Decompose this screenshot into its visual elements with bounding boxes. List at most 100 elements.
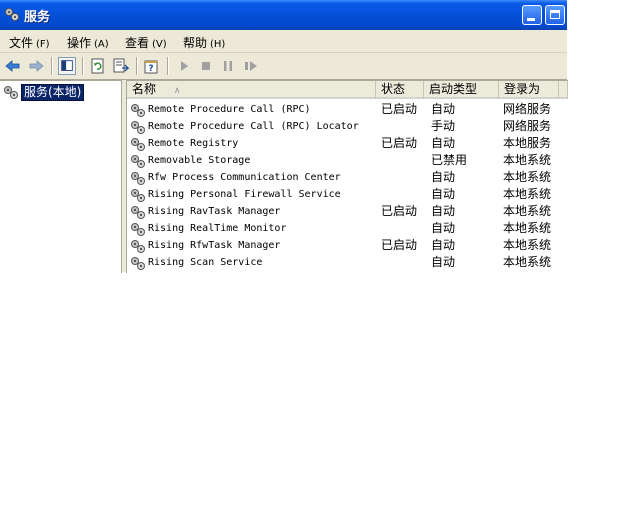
service-startup-type: 自动 <box>431 136 456 150</box>
show-hide-tree-icon[interactable] <box>58 57 76 75</box>
column-header-name[interactable]: 名称 ∧ <box>127 81 376 99</box>
refresh-icon[interactable] <box>89 57 107 75</box>
column-header-startup-type[interactable]: 启动类型 <box>424 81 499 99</box>
service-gear-icon <box>131 206 145 219</box>
service-name: Rising RfwTask Manager <box>148 240 281 251</box>
start-service-icon[interactable] <box>175 57 193 75</box>
toolbar-separator <box>51 57 53 75</box>
menu-bar: 文件 (F) 操作 (A) 查看 (V) 帮助 (H) <box>0 30 567 53</box>
service-name: Remote Procedure Call (RPC) Locator <box>148 121 359 132</box>
service-gear-icon <box>131 138 145 151</box>
service-startup-type: 自动 <box>431 170 456 184</box>
service-startup-type: 自动 <box>431 204 456 218</box>
service-gear-icon <box>131 121 145 134</box>
menu-help-key: (H) <box>210 39 226 50</box>
service-startup-type: 已禁用 <box>431 153 468 167</box>
service-status: 已启动 <box>381 204 418 218</box>
table-row[interactable]: Remote Procedure Call (RPC) 已启动 自动 网络服务 <box>127 101 568 118</box>
back-arrow-icon[interactable] <box>4 57 22 75</box>
service-name: Remote Registry <box>148 138 239 149</box>
restart-service-icon[interactable] <box>242 57 260 75</box>
menu-help-label: 帮助 <box>183 36 208 50</box>
minimize-button[interactable] <box>522 5 542 25</box>
table-row[interactable]: Rising RfwTask Manager 已启动 自动 本地系统 <box>127 237 568 254</box>
service-status: 已启动 <box>381 136 418 150</box>
service-logon-as: 本地系统 <box>503 187 552 201</box>
table-row[interactable]: Rfw Process Communication Center 自动 本地系统 <box>127 169 568 186</box>
service-name: Rising Personal Firewall Service <box>148 189 341 200</box>
service-startup-type: 手动 <box>431 119 456 133</box>
pause-service-icon[interactable] <box>219 57 237 75</box>
column-header-logon-as[interactable]: 登录为 <box>499 81 559 99</box>
service-logon-as: 网络服务 <box>503 119 552 133</box>
table-row[interactable]: Rising RavTask Manager 已启动 自动 本地系统 <box>127 203 568 220</box>
toolbar-separator <box>167 57 169 75</box>
minimize-icon <box>527 18 535 21</box>
service-logon-as: 本地系统 <box>503 153 552 167</box>
table-row[interactable]: Rising Personal Firewall Service 自动 本地系统 <box>127 186 568 203</box>
service-name: Removable Storage <box>148 155 251 166</box>
service-gear-icon <box>131 223 145 236</box>
maximize-button[interactable] <box>545 5 565 25</box>
service-logon-as: 本地服务 <box>503 136 552 150</box>
service-name: Rising Scan Service <box>148 257 263 268</box>
service-logon-as: 网络服务 <box>503 102 552 116</box>
column-header-status-label: 状态 <box>381 82 406 96</box>
menu-file-key: (F) <box>36 39 50 50</box>
services-list: 名称 ∧ 状态 启动类型 登录为 Remote Procedure Call (… <box>126 80 568 273</box>
service-startup-type: 自动 <box>431 255 456 269</box>
table-row[interactable]: Rising RealTime Monitor 自动 本地系统 <box>127 220 568 237</box>
menu-action[interactable]: 操作 (A) <box>67 34 109 51</box>
table-row[interactable]: Remote Procedure Call (RPC) Locator 手动 网络服… <box>127 118 568 135</box>
forward-arrow-icon[interactable] <box>27 57 45 75</box>
gears-icon <box>5 8 19 21</box>
service-gear-icon <box>131 104 145 117</box>
menu-view-key: (V) <box>152 39 167 50</box>
column-header-logon-as-label: 登录为 <box>504 82 541 96</box>
service-startup-type: 自动 <box>431 238 456 252</box>
column-header-filler <box>559 81 568 99</box>
service-logon-as: 本地系统 <box>503 204 552 218</box>
service-status: 已启动 <box>381 102 418 116</box>
menu-view[interactable]: 查看 (V) <box>125 34 167 51</box>
properties-help-icon[interactable]: ? <box>143 57 161 75</box>
sort-ascending-icon: ∧ <box>173 86 181 96</box>
title-bar[interactable]: 服务 <box>0 0 567 30</box>
service-name: Rising RealTime Monitor <box>148 223 287 234</box>
menu-file-label: 文件 <box>9 36 34 50</box>
menu-view-label: 查看 <box>125 36 150 50</box>
stop-service-icon[interactable] <box>197 57 215 75</box>
svg-text:?: ? <box>148 64 153 74</box>
menu-action-label: 操作 <box>67 36 92 50</box>
export-list-icon[interactable] <box>112 57 130 75</box>
toolbar-separator <box>82 57 84 75</box>
service-startup-type: 自动 <box>431 187 456 201</box>
service-gear-icon <box>131 189 145 202</box>
service-startup-type: 自动 <box>431 221 456 235</box>
service-logon-as: 本地系统 <box>503 255 552 269</box>
service-logon-as: 本地系统 <box>503 238 552 252</box>
service-logon-as: 本地系统 <box>503 221 552 235</box>
column-header-status[interactable]: 状态 <box>376 81 424 99</box>
service-name: Remote Procedure Call (RPC) <box>148 104 311 115</box>
window-title: 服务 <box>24 10 51 25</box>
service-logon-as: 本地系统 <box>503 170 552 184</box>
service-status: 已启动 <box>381 238 418 252</box>
toolbar-separator <box>136 57 138 75</box>
service-gear-icon <box>131 240 145 253</box>
table-row[interactable]: Rising Scan Service 自动 本地系统 <box>127 254 568 271</box>
tree-node-label: 服务(本地) <box>21 84 85 101</box>
service-gear-icon <box>131 155 145 168</box>
menu-file[interactable]: 文件 (F) <box>9 34 50 51</box>
menu-action-key: (A) <box>94 39 109 50</box>
maximize-icon <box>550 10 560 19</box>
toolbar: ? <box>0 53 567 80</box>
service-name: Rising RavTask Manager <box>148 206 281 217</box>
column-header-name-label: 名称 <box>132 82 157 96</box>
service-name: Rfw Process Communication Center <box>148 172 341 183</box>
table-row[interactable]: Remote Registry 已启动 自动 本地服务 <box>127 135 568 152</box>
menu-help[interactable]: 帮助 (H) <box>183 34 225 51</box>
table-row[interactable]: Removable Storage 已禁用 本地系统 <box>127 152 568 169</box>
tree-pane: 服务(本地) <box>0 80 122 273</box>
service-startup-type: 自动 <box>431 102 456 116</box>
